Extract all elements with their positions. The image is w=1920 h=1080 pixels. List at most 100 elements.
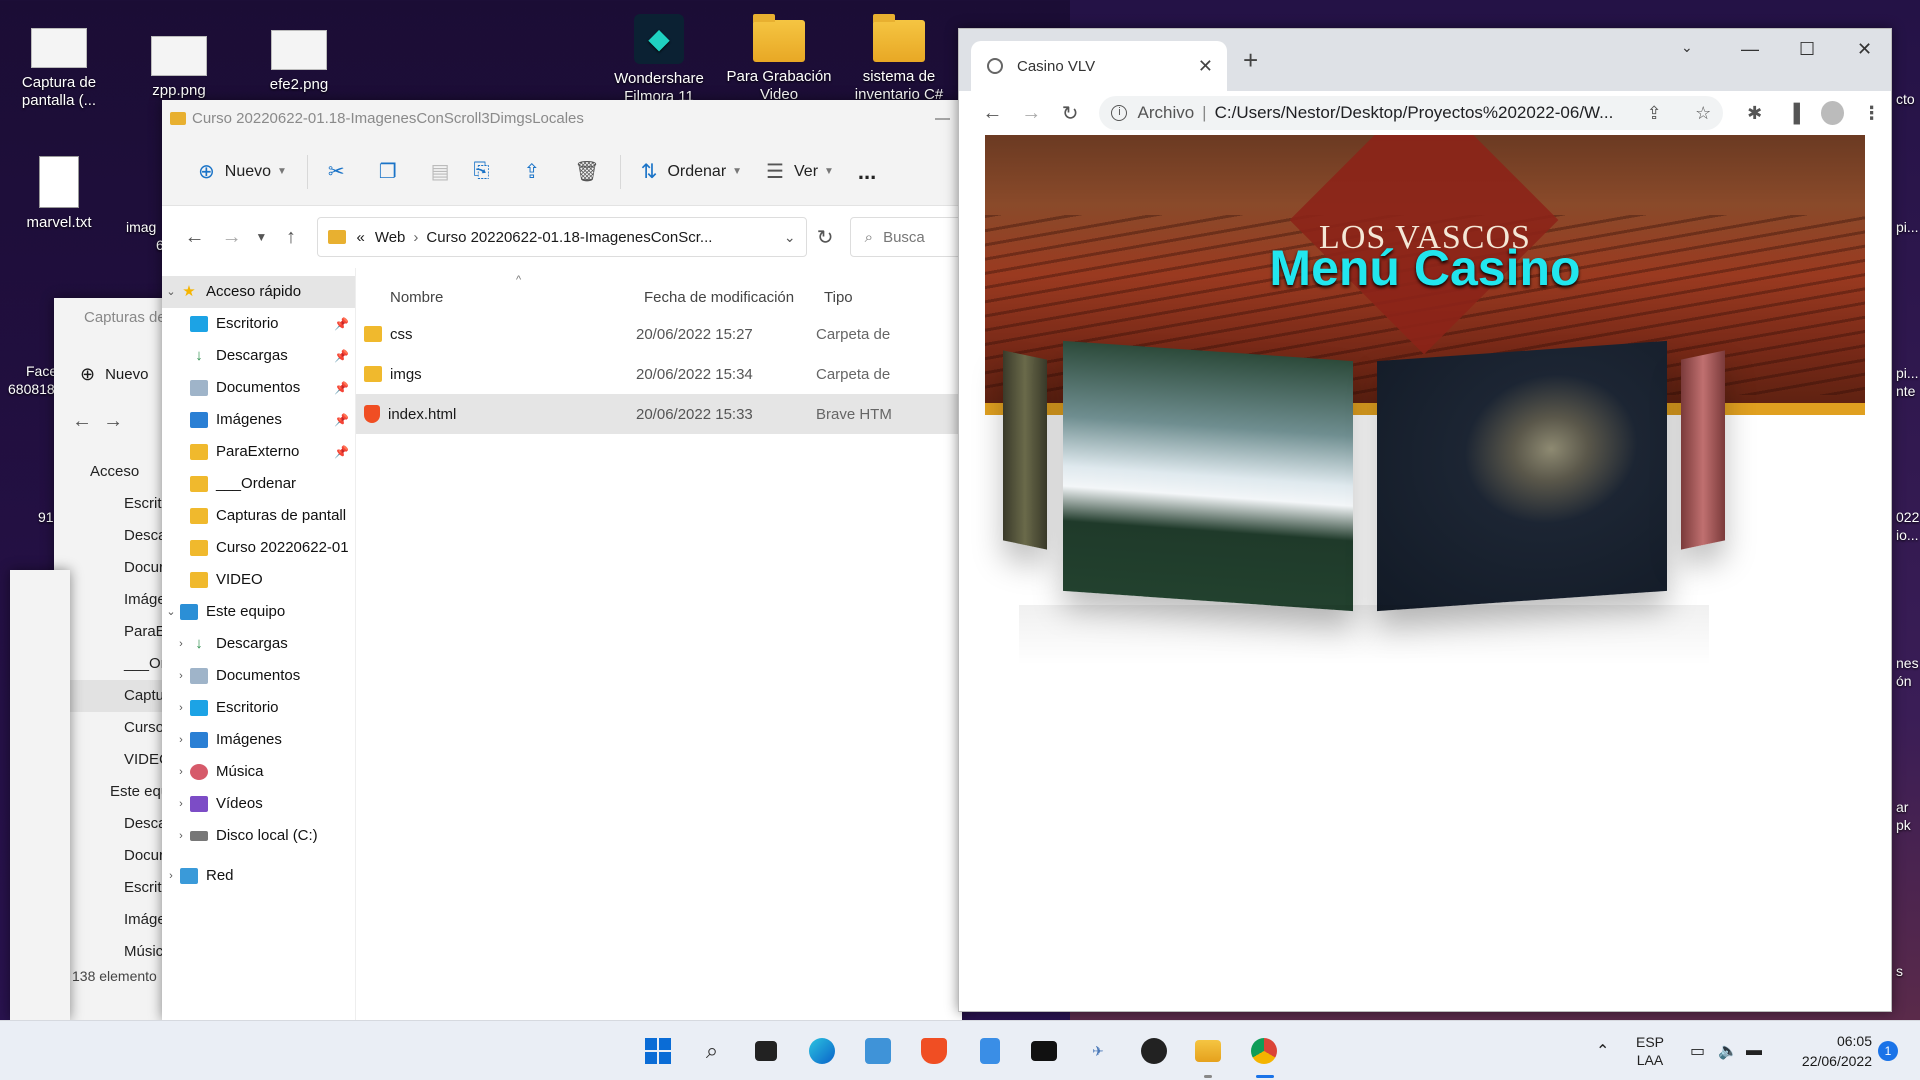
carousel-panel-right[interactable] [1681, 350, 1725, 550]
nav-item[interactable]: Desca [54, 520, 174, 552]
bookmark-star-icon[interactable]: ☆ [1681, 103, 1711, 124]
battery-icon[interactable]: ▬ [1746, 1021, 1762, 1080]
nav-item[interactable]: ParaEx [54, 616, 174, 648]
breadcrumb-current[interactable]: Curso 20220622-01.18-ImagenesConScr... [426, 229, 712, 246]
desktop-icon-grabacion[interactable]: Para Grabación Video [724, 14, 834, 104]
file-row[interactable]: imgs 20/06/2022 15:34 Carpeta de [356, 354, 962, 394]
nav-pc-escritorio[interactable]: › Escritorio [162, 692, 355, 724]
share-button[interactable]: ⇪ [512, 150, 563, 194]
forward-arrow-icon[interactable]: → [213, 226, 250, 249]
background-window[interactable] [10, 570, 70, 1020]
desktop-icon-marvel[interactable]: marvel.txt [4, 156, 114, 232]
search-icon[interactable]: ⌕ [696, 1035, 728, 1067]
language-indicator[interactable]: ESP LAA [1636, 1021, 1664, 1080]
nav-item[interactable]: Docur [54, 552, 174, 584]
menu-kebab-icon[interactable]: ⋮ [1852, 103, 1891, 124]
recent-locations-icon[interactable]: ▼ [250, 230, 272, 244]
chrome-icon[interactable] [1248, 1035, 1280, 1067]
nav-item[interactable]: ___Or [54, 648, 174, 680]
column-type[interactable]: Tipo [824, 289, 853, 306]
delete-button[interactable]: 🗑 [562, 150, 611, 194]
nav-network[interactable]: › Red [162, 860, 355, 892]
nav-item-imagenes[interactable]: Imágenes 📌 [162, 404, 355, 436]
nav-item-capturas[interactable]: Capturas de pantall [162, 500, 355, 532]
nav-item[interactable]: Captu [54, 680, 174, 712]
notification-badge[interactable]: 1 [1878, 1041, 1898, 1061]
show-hidden-icons-chevron-icon[interactable]: ⌃ [1596, 1021, 1609, 1080]
cut-button[interactable]: ✂ [316, 150, 367, 194]
nav-item[interactable]: VIDEC [54, 744, 174, 776]
tab-casino[interactable]: Casino VLV ✕ [971, 41, 1227, 91]
refresh-icon[interactable]: ↻ [807, 225, 844, 250]
close-window-button[interactable]: ✕ [1857, 39, 1872, 60]
desktop-icon-filmora[interactable]: ◆ Wondershare Filmora 11 [604, 14, 714, 106]
back-arrow-icon[interactable]: ← [973, 102, 1012, 125]
new-tab-button[interactable]: + [1243, 45, 1258, 76]
app-logo-icon[interactable] [1138, 1035, 1170, 1067]
new-button[interactable]: ⊕ Nuevo ▼ [186, 150, 299, 194]
new-button[interactable]: ⊕ Nuevo [54, 338, 174, 410]
nav-this-pc[interactable]: ⌄ Este equipo [162, 596, 355, 628]
nav-item-escritorio[interactable]: Escritorio 📌 [162, 308, 355, 340]
file-row[interactable]: index.html 20/06/2022 15:33 Brave HTM [356, 394, 962, 434]
carousel-panel-left[interactable] [1003, 350, 1047, 550]
browser-window[interactable]: Casino VLV ✕ + ⌄ — ☐ ✕ ← → ↻ i Archivo |… [958, 28, 1892, 1012]
nav-item-video[interactable]: VIDEO [162, 564, 355, 596]
close-tab-icon[interactable]: ✕ [1198, 56, 1213, 77]
desktop-icon-inventario[interactable]: sistema de inventario C# [844, 14, 954, 104]
nav-pc-imagenes[interactable]: › Imágenes [162, 724, 355, 756]
back-arrow-icon[interactable]: ← [176, 226, 213, 249]
chevron-down-icon[interactable]: ⌄ [784, 229, 796, 246]
terminal-icon[interactable] [1028, 1035, 1060, 1067]
app-icon[interactable]: ✈ [1082, 1035, 1114, 1067]
paste-button[interactable]: ▤ [419, 150, 462, 194]
desktop-icon-efe2[interactable]: efe2.png [244, 30, 354, 94]
back-nav-arrows[interactable]: ← → [54, 410, 174, 456]
nav-item[interactable]: Curso [54, 712, 174, 744]
nav-pc-videos[interactable]: › Vídeos [162, 788, 355, 820]
info-icon[interactable]: i [1111, 105, 1128, 121]
breadcrumb-web[interactable]: Web [375, 229, 406, 246]
reload-icon[interactable]: ↻ [1051, 101, 1090, 126]
nav-item[interactable]: Escrito [54, 488, 174, 520]
search-input[interactable]: ⌕ Busca [849, 217, 962, 257]
side-panel-icon[interactable]: ▐ [1774, 103, 1813, 124]
desktop-icon-captura[interactable]: Captura de pantalla (... [4, 28, 114, 110]
column-date[interactable]: Fecha de modificación [644, 289, 824, 306]
nav-item[interactable]: Acceso [54, 456, 174, 488]
extensions-puzzle-icon[interactable]: ✱ [1735, 103, 1774, 124]
volume-icon[interactable]: 🔈 [1718, 1021, 1738, 1080]
nav-pc-descargas[interactable]: › ↓ Descargas [162, 628, 355, 660]
nav-item[interactable]: Imáge [54, 904, 174, 936]
rename-button[interactable]: ⎘ [462, 150, 512, 194]
copy-button[interactable]: ❐ [367, 150, 419, 194]
brave-browser-icon[interactable] [918, 1035, 950, 1067]
nav-item[interactable]: Música [54, 936, 174, 968]
nav-item[interactable]: Escrito [54, 872, 174, 904]
nav-item-paraexterno[interactable]: ParaExterno 📌 [162, 436, 355, 468]
carousel-image-night-sky[interactable] [1377, 340, 1667, 612]
nav-item[interactable]: Imáge [54, 584, 174, 616]
notepad-icon[interactable] [974, 1035, 1006, 1067]
nav-quick-access[interactable]: ⌄ ★ Acceso rápido [162, 276, 355, 308]
share-icon[interactable]: ⇪ [1633, 103, 1662, 124]
window-title-bar[interactable]: Curso 20220622-01.18-ImagenesConScroll3D… [162, 100, 962, 138]
background-explorer-window[interactable]: Capturas de ⊕ Nuevo ← → Acceso Escrito D… [54, 298, 174, 1020]
address-bar[interactable]: « Web › Curso 20220622-01.18-ImagenesCon… [317, 217, 807, 257]
nav-pc-disco[interactable]: › Disco local (C:) [162, 820, 355, 852]
nav-item-descargas[interactable]: ↓ Descargas 📌 [162, 340, 355, 372]
carousel-image-forest[interactable] [1063, 340, 1353, 612]
column-name[interactable]: Nombre [356, 289, 644, 306]
nav-item[interactable]: Docur [54, 840, 174, 872]
url-bar[interactable]: i Archivo | C:/Users/Nestor/Desktop/Proy… [1099, 96, 1724, 130]
file-explorer-icon[interactable] [1192, 1035, 1224, 1067]
nav-item-ordenar[interactable]: ___Ordenar [162, 468, 355, 500]
up-arrow-icon[interactable]: ↑ [272, 226, 309, 249]
more-options-button[interactable]: ... [846, 150, 888, 194]
nav-item-documentos[interactable]: Documentos 📌 [162, 372, 355, 404]
file-explorer-window[interactable]: Curso 20220622-01.18-ImagenesConScroll3D… [162, 100, 962, 1020]
network-icon[interactable]: ▭ [1690, 1021, 1705, 1080]
nav-item-curso[interactable]: Curso 20220622-01 [162, 532, 355, 564]
task-view-icon[interactable] [750, 1035, 782, 1067]
desktop-icon-zpp[interactable]: zpp.png [124, 36, 234, 100]
